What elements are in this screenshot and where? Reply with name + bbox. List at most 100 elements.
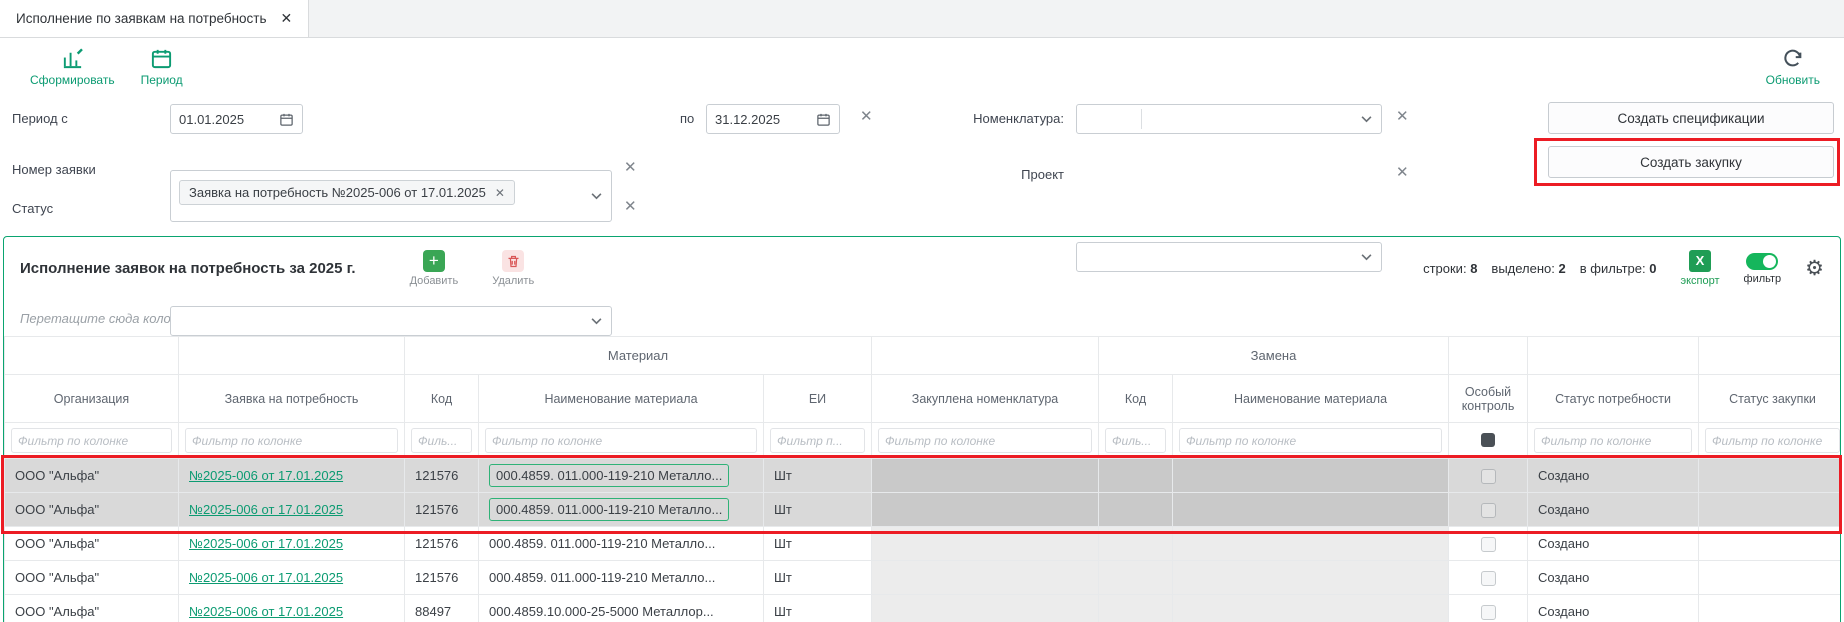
filter-input-material-name[interactable]: [485, 428, 757, 453]
request-link[interactable]: №2025-006 от 17.01.2025: [189, 468, 343, 483]
filter-input-repl-code[interactable]: [1105, 428, 1166, 453]
grid-actions: + Добавить Удалить: [410, 250, 535, 287]
column-header-material-name[interactable]: Наименование материала: [479, 375, 764, 423]
cell-special-control: [1449, 493, 1528, 527]
cell-replacement-material: [1173, 527, 1449, 561]
special-control-checkbox[interactable]: [1481, 571, 1496, 586]
generate-button[interactable]: Сформировать: [30, 47, 115, 87]
column-header-request[interactable]: Заявка на потребность: [179, 375, 405, 423]
clear-status-icon[interactable]: ✕: [624, 197, 637, 215]
chevron-down-icon[interactable]: [591, 193, 602, 200]
column-header-purchased[interactable]: Закуплена номенклатура: [872, 375, 1099, 423]
tab-execution-requests[interactable]: Исполнение по заявкам на потребность ✕: [0, 0, 309, 37]
cell-material[interactable]: 000.4859. 011.000-119-210 Металло...: [479, 527, 764, 561]
table-row[interactable]: ООО "Альфа" №2025-006 от 17.01.2025 1215…: [5, 561, 1842, 595]
period-to-input[interactable]: 31.12.2025: [706, 104, 840, 134]
header-group-row: Материал Замена: [5, 337, 1842, 375]
cell-replacement-code: [1099, 527, 1173, 561]
nomenclature-select[interactable]: [1076, 104, 1382, 134]
table-row[interactable]: ООО "Альфа" №2025-006 от 17.01.2025 1215…: [5, 493, 1842, 527]
gear-icon[interactable]: ⚙: [1805, 258, 1824, 279]
cell-need-status: Создано: [1528, 459, 1699, 493]
clear-request-icon[interactable]: ✕: [624, 158, 637, 176]
table-row[interactable]: ООО "Альфа" №2025-006 от 17.01.2025 1215…: [5, 527, 1842, 561]
cell-purchase-status: [1699, 493, 1841, 527]
export-button[interactable]: X экспорт: [1680, 250, 1719, 287]
request-link[interactable]: №2025-006 от 17.01.2025: [189, 604, 343, 619]
filter-toggle[interactable]: фильтр: [1744, 253, 1782, 285]
period-button[interactable]: Период: [141, 47, 183, 87]
filter-input-repl-name[interactable]: [1179, 428, 1442, 453]
request-link[interactable]: №2025-006 от 17.01.2025: [189, 570, 343, 585]
cell-purchased-nomenclature: [872, 527, 1099, 561]
refresh-button[interactable]: Обновить: [1766, 48, 1820, 87]
chevron-down-icon[interactable]: [1361, 116, 1372, 123]
request-link[interactable]: №2025-006 от 17.01.2025: [189, 502, 343, 517]
special-control-filter-checkbox[interactable]: [1481, 433, 1495, 447]
period-from-input[interactable]: 01.01.2025: [170, 104, 303, 134]
filter-input-organization[interactable]: [11, 428, 172, 453]
special-control-checkbox[interactable]: [1481, 503, 1496, 518]
filtered-count-label: в фильтре:: [1580, 261, 1646, 276]
cell-purchased-nomenclature: [872, 459, 1099, 493]
cell-material[interactable]: 000.4859. 011.000-119-210 Металло...: [479, 493, 764, 527]
cell-material[interactable]: 000.4859. 011.000-119-210 Металло...: [479, 459, 764, 493]
column-header-code[interactable]: Код: [405, 375, 479, 423]
cell-replacement-material: [1173, 493, 1449, 527]
toggle-icon[interactable]: [1746, 253, 1778, 270]
generate-label: Сформировать: [30, 73, 115, 87]
status-select[interactable]: [170, 306, 612, 336]
column-header-repl-name[interactable]: Наименование материала: [1173, 375, 1449, 423]
plus-glyph: +: [429, 251, 439, 270]
clear-period-icon[interactable]: ✕: [860, 107, 873, 125]
filter-input-purchase-status[interactable]: [1705, 428, 1840, 453]
project-select[interactable]: [1076, 242, 1382, 272]
cell-request: №2025-006 от 17.01.2025: [179, 561, 405, 595]
add-button[interactable]: + Добавить: [410, 250, 459, 287]
special-control-checkbox[interactable]: [1481, 537, 1496, 552]
clear-project-icon[interactable]: ✕: [1396, 163, 1409, 181]
calendar-icon[interactable]: [279, 112, 294, 127]
filter-input-request[interactable]: [185, 428, 398, 453]
column-header-need-status[interactable]: Статус потребности: [1528, 375, 1699, 423]
chip-remove-icon[interactable]: ✕: [495, 186, 505, 200]
special-control-checkbox[interactable]: [1481, 605, 1496, 620]
grid-right-tools: строки: 8 выделено: 2 в фильтре: 0 X экс…: [1423, 250, 1824, 287]
project-label: Проект: [900, 167, 1064, 183]
create-purchase-button[interactable]: Создать закупку: [1548, 146, 1834, 178]
calendar-icon[interactable]: [816, 112, 831, 127]
cell-material[interactable]: 000.4859. 011.000-119-210 Металло...: [479, 561, 764, 595]
request-chip-text: Заявка на потребность №2025-006 от 17.01…: [189, 185, 486, 200]
rows-count: строки: 8: [1423, 261, 1477, 276]
request-number-select[interactable]: Заявка на потребность №2025-006 от 17.01…: [170, 170, 612, 222]
filter-input-need-status[interactable]: [1534, 428, 1692, 453]
chevron-down-icon[interactable]: [1361, 254, 1372, 261]
filter-toggle-label: фильтр: [1744, 273, 1782, 285]
create-specifications-button[interactable]: Создать спецификации: [1548, 102, 1834, 134]
delete-button[interactable]: Удалить: [492, 250, 534, 287]
cell-code: 121576: [405, 561, 479, 595]
column-header-organization[interactable]: Организация: [5, 375, 179, 423]
selected-count-label: выделено:: [1491, 261, 1554, 276]
table-row[interactable]: ООО "Альфа" №2025-006 от 17.01.2025 8849…: [5, 595, 1842, 622]
request-link[interactable]: №2025-006 от 17.01.2025: [189, 536, 343, 551]
chevron-down-icon[interactable]: [591, 318, 602, 325]
special-control-checkbox[interactable]: [1481, 469, 1496, 484]
export-label: экспорт: [1680, 275, 1719, 287]
table-row[interactable]: ООО "Альфа" №2025-006 от 17.01.2025 1215…: [5, 459, 1842, 493]
tab-close-icon[interactable]: ✕: [281, 10, 293, 27]
request-chip[interactable]: Заявка на потребность №2025-006 от 17.01…: [179, 180, 515, 205]
column-header-repl-code[interactable]: Код: [1099, 375, 1173, 423]
column-header-special-control[interactable]: Особый контроль: [1449, 375, 1528, 423]
period-to-label: по: [680, 111, 694, 127]
rows-count-label: строки:: [1423, 261, 1466, 276]
cell-material[interactable]: 000.4859.10.000-25-5000 Металлор...: [479, 595, 764, 622]
filter-input-purchased[interactable]: [878, 428, 1092, 453]
filter-input-code[interactable]: [411, 428, 472, 453]
cell-code: 121576: [405, 459, 479, 493]
status-label: Статус: [12, 201, 53, 217]
clear-nomenclature-icon[interactable]: ✕: [1396, 107, 1409, 125]
column-header-unit[interactable]: ЕИ: [764, 375, 872, 423]
column-header-purchase-status[interactable]: Статус закупки: [1699, 375, 1841, 423]
filter-input-unit[interactable]: [770, 428, 865, 453]
